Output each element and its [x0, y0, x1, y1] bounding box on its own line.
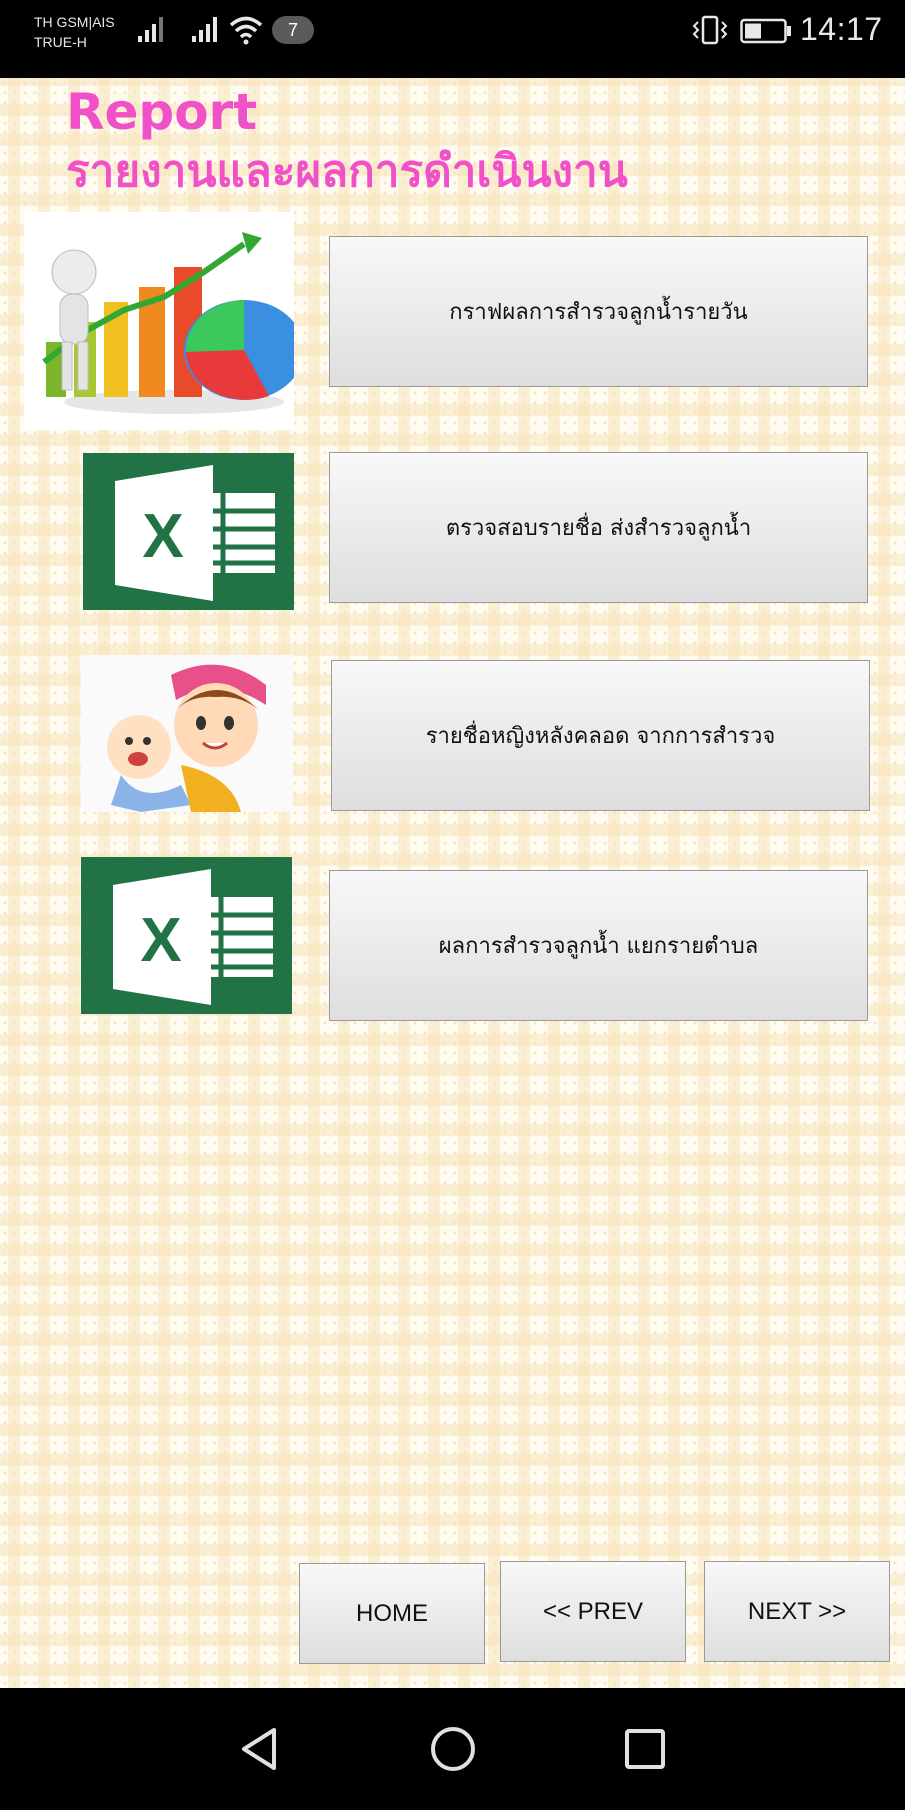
carrier-line-2: TRUE-H [34, 34, 87, 50]
home-circle-icon[interactable] [428, 1724, 478, 1774]
page-title-thai: รายงานและผลการดำเนินงาน [66, 146, 628, 197]
carrier-line-1: TH GSM|AIS [34, 14, 115, 30]
notification-badge: 7 [272, 16, 314, 44]
carrier-info: TH GSM|AIS TRUE-H [34, 12, 115, 52]
signal-icon [138, 17, 163, 42]
recents-square-icon[interactable] [622, 1724, 668, 1774]
larva-by-subdistrict-button[interactable]: ผลการสำรวจลูกน้ำ แยกรายตำบล [329, 870, 868, 1021]
chart-graphic [24, 212, 294, 430]
prev-button[interactable]: << PREV [500, 1561, 686, 1662]
app-content: Report รายงานและผลการดำเนินงาน กราฟผลการ… [0, 78, 905, 1688]
back-icon[interactable] [236, 1724, 282, 1774]
battery-icon [740, 18, 791, 44]
check-names-button[interactable]: ตรวจสอบรายชื่อ ส่งสำรวจลูกน้ำ [329, 452, 868, 603]
system-navigation-bar [0, 1688, 905, 1810]
svg-text:X: X [140, 906, 181, 975]
wifi-icon [229, 16, 263, 45]
svg-text:X: X [142, 502, 183, 571]
page-title-english: Report [66, 83, 258, 141]
signal-icon [192, 17, 217, 42]
excel-icon: X [83, 453, 294, 610]
status-clock: 14:17 [800, 11, 883, 47]
home-button[interactable]: HOME [299, 1563, 485, 1664]
status-bar: TH GSM|AIS TRUE-H 7 14:17 [0, 0, 905, 78]
mother-baby-cartoon [81, 655, 293, 812]
excel-icon: X [81, 857, 292, 1014]
daily-larva-graph-button[interactable]: กราฟผลการสำรวจลูกน้ำรายวัน [329, 236, 868, 387]
vibrate-icon [692, 15, 728, 45]
next-button[interactable]: NEXT >> [704, 1561, 890, 1662]
postpartum-women-button[interactable]: รายชื่อหญิงหลังคลอด จากการสำรวจ [331, 660, 870, 811]
